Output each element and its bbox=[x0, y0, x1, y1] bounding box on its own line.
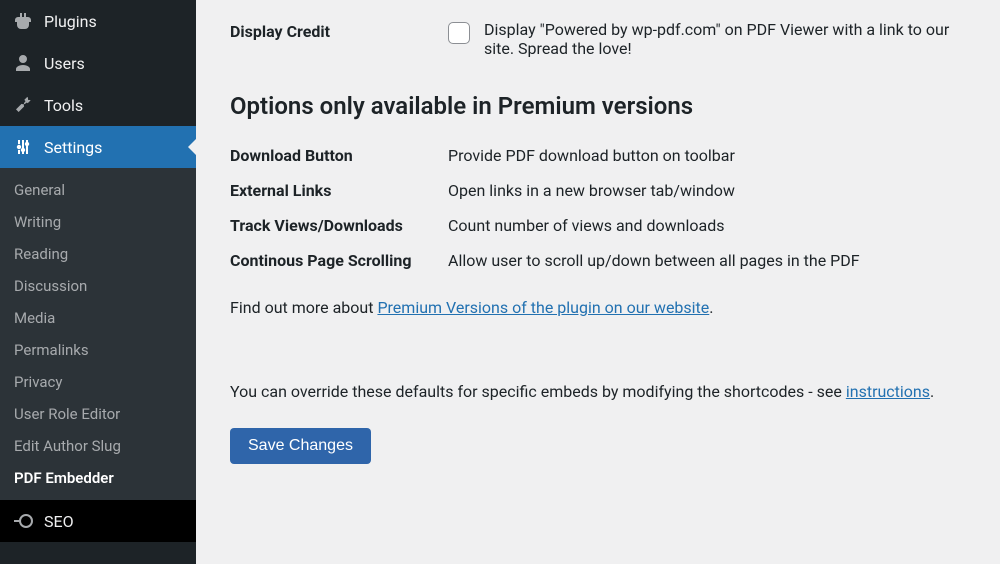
plugins-icon bbox=[12, 10, 34, 32]
find-out-prefix: Find out more about bbox=[230, 298, 377, 317]
sidebar-item-plugins[interactable]: Plugins bbox=[0, 0, 196, 42]
feature-desc: Allow user to scroll up/down between all… bbox=[448, 251, 966, 270]
feature-label: Track Views/Downloads bbox=[230, 216, 448, 235]
settings-content: Display Credit Display "Powered by wp-pd… bbox=[196, 0, 1000, 564]
menu-label: Settings bbox=[44, 138, 102, 157]
feature-track-views: Track Views/Downloads Count number of vi… bbox=[230, 216, 966, 235]
seo-icon bbox=[12, 510, 34, 532]
submenu-item-discussion[interactable]: Discussion bbox=[0, 270, 196, 302]
feature-label: Continous Page Scrolling bbox=[230, 251, 448, 270]
sidebar-item-settings[interactable]: Settings bbox=[0, 126, 196, 168]
override-line: You can override these defaults for spec… bbox=[230, 380, 966, 404]
feature-desc: Open links in a new browser tab/window bbox=[448, 181, 966, 200]
submenu-item-privacy[interactable]: Privacy bbox=[0, 366, 196, 398]
settings-submenu: General Writing Reading Discussion Media… bbox=[0, 168, 196, 500]
save-button[interactable]: Save Changes bbox=[230, 428, 371, 464]
find-out-more-line: Find out more about Premium Versions of … bbox=[230, 296, 966, 320]
submenu-item-reading[interactable]: Reading bbox=[0, 238, 196, 270]
feature-external-links: External Links Open links in a new brows… bbox=[230, 181, 966, 200]
submenu-item-edit-author-slug[interactable]: Edit Author Slug bbox=[0, 430, 196, 462]
settings-icon bbox=[12, 136, 34, 158]
override-suffix: . bbox=[930, 382, 934, 401]
sidebar-item-tools[interactable]: Tools bbox=[0, 84, 196, 126]
admin-sidebar: Plugins Users Tools Settings General Wri… bbox=[0, 0, 196, 564]
display-credit-desc: Display "Powered by wp-pdf.com" on PDF V… bbox=[484, 20, 966, 58]
premium-heading: Options only available in Premium versio… bbox=[230, 92, 966, 120]
display-credit-field: Display "Powered by wp-pdf.com" on PDF V… bbox=[448, 20, 966, 58]
users-icon bbox=[12, 52, 34, 74]
feature-continuous-scroll: Continous Page Scrolling Allow user to s… bbox=[230, 251, 966, 270]
override-prefix: You can override these defaults for spec… bbox=[230, 382, 846, 401]
tools-icon bbox=[12, 94, 34, 116]
display-credit-row: Display Credit Display "Powered by wp-pd… bbox=[230, 20, 966, 58]
find-out-suffix: . bbox=[709, 298, 713, 317]
sidebar-item-seo[interactable]: SEO bbox=[0, 500, 196, 542]
feature-desc: Count number of views and downloads bbox=[448, 216, 966, 235]
menu-label: Tools bbox=[44, 96, 83, 115]
submenu-item-writing[interactable]: Writing bbox=[0, 206, 196, 238]
feature-label: External Links bbox=[230, 181, 448, 200]
menu-label: SEO bbox=[44, 512, 74, 531]
display-credit-label: Display Credit bbox=[230, 20, 448, 41]
feature-label: Download Button bbox=[230, 146, 448, 165]
submenu-item-user-role-editor[interactable]: User Role Editor bbox=[0, 398, 196, 430]
feature-download-button: Download Button Provide PDF download but… bbox=[230, 146, 966, 165]
instructions-link[interactable]: instructions bbox=[846, 382, 930, 401]
feature-desc: Provide PDF download button on toolbar bbox=[448, 146, 966, 165]
submenu-item-media[interactable]: Media bbox=[0, 302, 196, 334]
sidebar-item-users[interactable]: Users bbox=[0, 42, 196, 84]
menu-label: Users bbox=[44, 54, 85, 73]
submenu-item-general[interactable]: General bbox=[0, 174, 196, 206]
submenu-item-pdf-embedder[interactable]: PDF Embedder bbox=[0, 462, 196, 494]
display-credit-checkbox[interactable] bbox=[448, 22, 470, 44]
menu-label: Plugins bbox=[44, 12, 97, 31]
submenu-item-permalinks[interactable]: Permalinks bbox=[0, 334, 196, 366]
premium-link[interactable]: Premium Versions of the plugin on our we… bbox=[377, 298, 709, 317]
